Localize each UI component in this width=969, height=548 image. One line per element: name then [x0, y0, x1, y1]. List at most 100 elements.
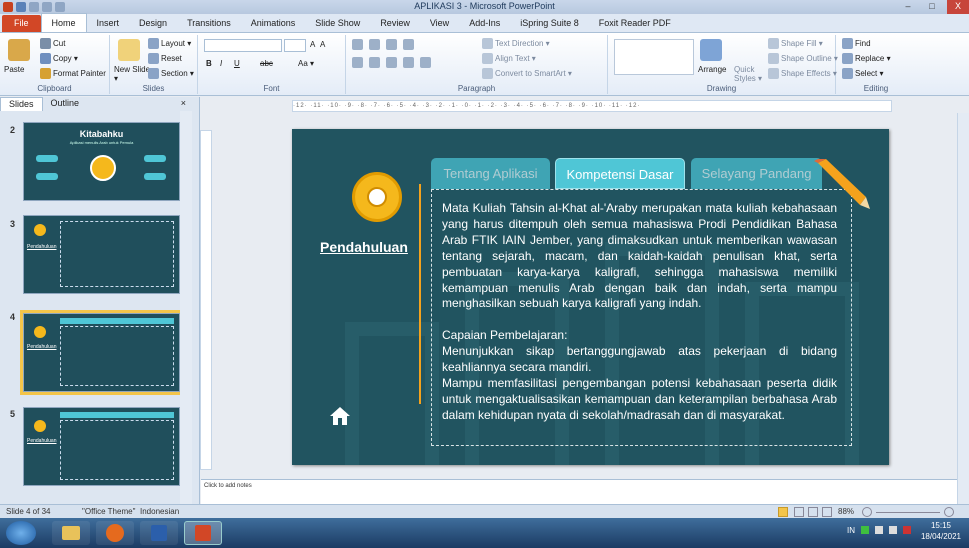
slide-thumbnail-4[interactable]: Pendahuluan	[20, 310, 183, 395]
zoom-level[interactable]: 88%	[838, 507, 854, 516]
tab-add-ins[interactable]: Add-Ins	[459, 15, 510, 32]
replace-button[interactable]: Replace ▾	[842, 53, 891, 64]
thumb-title: Kitabahku	[79, 129, 124, 139]
underline-button[interactable]: U	[234, 59, 240, 68]
minimize-button[interactable]: –	[897, 0, 919, 14]
text-direction-button[interactable]: Text Direction ▾	[482, 38, 550, 49]
zoom-slider[interactable]	[876, 512, 940, 513]
flag-tray-icon[interactable]	[903, 526, 911, 534]
powerpoint-taskbar-icon[interactable]	[184, 521, 222, 545]
notes-pane[interactable]: Click to add notes	[201, 479, 957, 504]
align-right-icon[interactable]	[386, 57, 397, 68]
format-painter-button[interactable]: Format Painter	[40, 68, 106, 79]
find-button[interactable]: Find	[842, 38, 871, 49]
tab-tentang-aplikasi[interactable]: Tentang Aplikasi	[431, 158, 550, 189]
align-left-icon[interactable]	[352, 57, 363, 68]
tab-foxit[interactable]: Foxit Reader PDF	[589, 15, 681, 32]
columns-icon[interactable]	[420, 57, 431, 68]
slideshow-view-icon[interactable]	[822, 507, 832, 517]
shape-fill-button[interactable]: Shape Fill ▾	[768, 38, 823, 49]
layout-button[interactable]: Layout ▾	[148, 38, 191, 49]
tab-review[interactable]: Review	[370, 15, 420, 32]
clock[interactable]: 15:15 18/04/2021	[921, 520, 961, 542]
tab-animations[interactable]: Animations	[241, 15, 306, 32]
normal-view-icon[interactable]	[778, 507, 788, 517]
bullets-icon[interactable]	[352, 39, 363, 50]
zoom-out-icon[interactable]	[862, 507, 872, 517]
justify-icon[interactable]	[403, 57, 414, 68]
grow-font-button[interactable]: A	[310, 40, 315, 49]
scissors-icon	[40, 38, 51, 49]
reading-view-icon[interactable]	[808, 507, 818, 517]
font-size-combobox[interactable]	[284, 39, 306, 52]
language-tray[interactable]: IN	[847, 526, 855, 535]
tab-file[interactable]: File	[2, 15, 41, 32]
firefox-taskbar-icon[interactable]	[96, 521, 134, 545]
tab-design[interactable]: Design	[129, 15, 177, 32]
slide[interactable]: Pendahuluan Tentang Aplikasi Kompetensi …	[292, 129, 889, 465]
slide-thumbnail-2[interactable]: Kitabahku Aplikasi menulis Arab untuk Pe…	[23, 122, 180, 201]
shapes-gallery[interactable]	[614, 39, 694, 75]
change-case-button[interactable]: Aa ▾	[298, 59, 314, 68]
outline-icon	[768, 53, 779, 64]
indent-icon[interactable]	[386, 39, 397, 50]
slide-thumbnail-5[interactable]: Pendahuluan	[23, 407, 180, 486]
select-button[interactable]: Select ▾	[842, 68, 883, 79]
slide-side-title[interactable]: Pendahuluan	[320, 239, 408, 255]
home-icon[interactable]	[329, 405, 351, 427]
list-buttons[interactable]	[352, 39, 414, 50]
section-button[interactable]: Section ▾	[148, 68, 194, 79]
convert-smartart-button[interactable]: Convert to SmartArt ▾	[482, 68, 572, 79]
word-taskbar-icon[interactable]	[140, 521, 178, 545]
new-slide-icon[interactable]	[118, 39, 140, 61]
tab-transitions[interactable]: Transitions	[177, 15, 241, 32]
quick-styles-button[interactable]: Quick Styles ▾	[734, 65, 764, 83]
arrange-icon[interactable]	[700, 39, 722, 61]
language-indicator[interactable]: Indonesian	[140, 507, 179, 516]
canvas-scrollbar[interactable]	[957, 113, 969, 504]
zoom-in-icon[interactable]	[944, 507, 954, 517]
cut-button[interactable]: Cut	[40, 38, 65, 49]
slide-thumbnail-3[interactable]: Pendahuluan	[23, 215, 180, 294]
horizontal-ruler: ·12· ·11· ·10· ·9· ·8· ·7· ·6· ·5· ·4· ·…	[292, 100, 892, 112]
tab-ispring[interactable]: iSpring Suite 8	[510, 15, 589, 32]
maximize-button[interactable]: □	[921, 0, 943, 14]
reset-button[interactable]: Reset	[148, 53, 182, 64]
tab-outline[interactable]: Outline	[43, 97, 88, 111]
tab-insert[interactable]: Insert	[87, 15, 130, 32]
tab-kompetensi-dasar[interactable]: Kompetensi Dasar	[555, 158, 685, 189]
start-button[interactable]	[6, 521, 36, 545]
tab-home[interactable]: Home	[40, 13, 87, 32]
line-spacing-icon[interactable]	[403, 39, 414, 50]
shape-outline-button[interactable]: Shape Outline ▾	[768, 53, 838, 64]
tab-slides[interactable]: Slides	[0, 97, 43, 111]
tab-slide-show[interactable]: Slide Show	[305, 15, 370, 32]
thumb-icon-circle	[34, 420, 46, 432]
close-button[interactable]: X	[947, 0, 969, 14]
tab-selayang-pandang[interactable]: Selayang Pandang	[691, 158, 822, 189]
effects-icon	[768, 68, 779, 79]
font-name-combobox[interactable]	[204, 39, 282, 52]
shrink-font-button[interactable]: A	[320, 40, 325, 49]
strikethrough-button[interactable]: abc	[260, 59, 273, 68]
paste-icon[interactable]	[8, 39, 30, 61]
align-text-button[interactable]: Align Text ▾	[482, 53, 536, 64]
align-buttons[interactable]	[352, 57, 431, 68]
italic-button[interactable]: I	[220, 59, 222, 68]
network-tray-icon[interactable]	[875, 526, 883, 534]
slides-pane-scrollbar[interactable]	[180, 111, 192, 504]
volume-tray-icon[interactable]	[889, 526, 897, 534]
bold-button[interactable]: B	[206, 59, 212, 68]
tab-view[interactable]: View	[420, 15, 459, 32]
close-pane-button[interactable]: ×	[173, 97, 200, 111]
slide-sorter-icon[interactable]	[794, 507, 804, 517]
slide-body-text[interactable]: Mata Kuliah Tahsin al-Khat al-'Araby mer…	[442, 201, 837, 424]
numbering-icon[interactable]	[369, 39, 380, 50]
update-tray-icon[interactable]	[861, 526, 869, 534]
shape-effects-button[interactable]: Shape Effects ▾	[768, 68, 837, 79]
copy-button[interactable]: Copy ▾	[40, 53, 78, 64]
align-center-icon[interactable]	[369, 57, 380, 68]
explorer-taskbar-icon[interactable]	[52, 521, 90, 545]
paste-button[interactable]: Paste	[4, 65, 24, 74]
arrange-button[interactable]: Arrange	[698, 65, 726, 74]
